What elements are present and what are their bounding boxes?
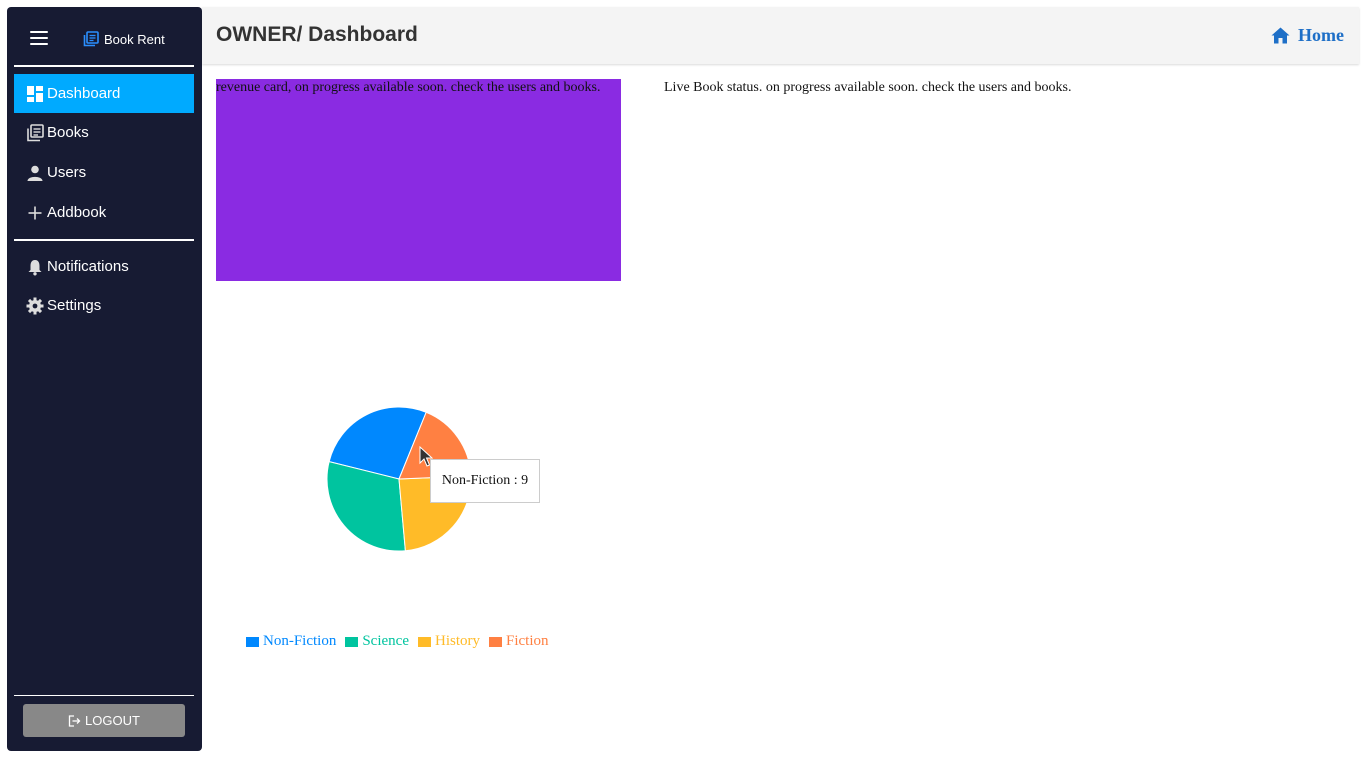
live-book-status: Live Book status. on progress available … — [664, 80, 1072, 95]
revenue-card: revenue card, on progress available soon… — [216, 79, 621, 281]
home-link[interactable]: Home — [1271, 25, 1344, 46]
hamburger-menu-icon[interactable] — [30, 31, 48, 45]
sidebar-item-label: Addbook — [47, 204, 107, 221]
legend-label: Science — [362, 633, 409, 649]
sidebar-divider-top — [14, 65, 194, 67]
legend-swatch — [345, 636, 359, 647]
sidebar-item-books[interactable]: Books — [14, 113, 194, 152]
user-icon — [26, 164, 44, 182]
sidebar-item-addbook[interactable]: Addbook — [14, 193, 194, 232]
brand[interactable]: Book Rent — [83, 29, 165, 49]
logout-button[interactable]: LOGOUT — [23, 704, 185, 737]
sidebar-item-users[interactable]: Users — [14, 153, 194, 192]
sidebar-header: Book Rent — [7, 7, 202, 67]
plus-icon — [26, 204, 44, 222]
legend-label: History — [434, 633, 480, 649]
logout-icon — [68, 714, 81, 727]
mouse-cursor-icon — [419, 446, 433, 467]
legend-label: Non-Fiction — [263, 633, 337, 649]
legend-item-science[interactable]: Science — [345, 633, 409, 650]
home-label: Home — [1298, 25, 1344, 45]
tooltip-text: Non-Fiction : 9 — [441, 473, 529, 488]
sidebar-item-label: Books — [47, 124, 89, 141]
books-icon — [26, 123, 44, 142]
legend-label: Fiction — [505, 633, 549, 649]
legend-item-non-fiction[interactable]: Non-Fiction — [246, 633, 336, 650]
legend-swatch — [488, 636, 502, 647]
book-logo-icon — [83, 31, 99, 47]
brand-name: Book Rent — [104, 31, 165, 47]
bell-icon — [26, 258, 44, 276]
sidebar-item-label: Users — [47, 164, 87, 181]
sidebar: Book Rent Dashboard Books Users Addbook … — [7, 7, 202, 751]
page-title: OWNER/ Dashboard — [216, 23, 418, 46]
sidebar-divider-bottom — [14, 695, 194, 696]
legend-item-fiction[interactable]: Fiction — [488, 633, 549, 650]
top-header: OWNER/ Dashboard Home — [202, 7, 1359, 64]
sidebar-item-label: Settings — [47, 297, 102, 314]
dashboard-icon — [26, 85, 44, 103]
gear-icon — [26, 297, 44, 315]
sidebar-item-notifications[interactable]: Notifications — [14, 247, 194, 286]
legend-item-history[interactable]: History — [417, 633, 480, 650]
revenue-card-text: revenue card, on progress available soon… — [216, 80, 601, 95]
chart-tooltip: Non-Fiction : 9 — [430, 459, 540, 503]
sidebar-divider-middle — [14, 239, 194, 241]
sidebar-item-label: Dashboard — [47, 85, 121, 102]
category-pie-chart — [326, 406, 472, 552]
logout-label: LOGOUT — [85, 713, 140, 728]
home-icon — [1271, 27, 1290, 44]
sidebar-item-label: Notifications — [47, 258, 129, 275]
sidebar-item-settings[interactable]: Settings — [14, 286, 194, 325]
chart-legend: Non-Fiction Science History Fiction — [246, 633, 549, 650]
legend-swatch — [246, 636, 259, 647]
legend-swatch — [417, 636, 431, 647]
sidebar-item-dashboard[interactable]: Dashboard — [14, 74, 194, 113]
